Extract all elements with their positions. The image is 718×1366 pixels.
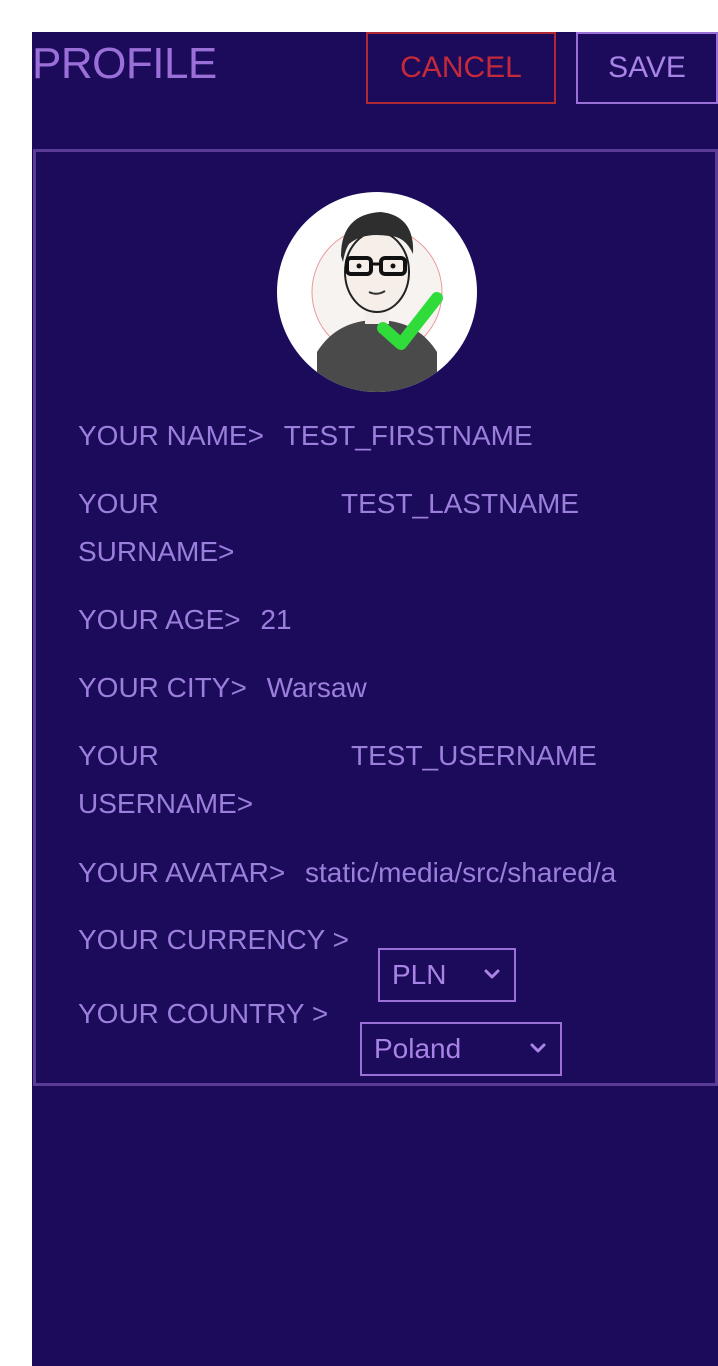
chevron-down-icon xyxy=(484,969,500,979)
username-value[interactable]: TEST_USERNAME xyxy=(351,732,597,780)
username-label: YOUR USERNAME> xyxy=(78,740,254,819)
cancel-button[interactable]: CANCEL xyxy=(366,32,556,104)
name-value[interactable]: TEST_FIRSTNAME xyxy=(284,412,533,460)
city-row: YOUR CITY> Warsaw xyxy=(78,664,367,712)
currency-select-value: PLN xyxy=(392,959,447,990)
avatar-row: YOUR AVATAR> static/media/src/shared/a xyxy=(78,849,676,897)
profile-screen: PROFILE CANCEL SAVE YOUR NAME> TEST_FIRS… xyxy=(32,32,718,1366)
avatar-path-value[interactable]: static/media/src/shared/a xyxy=(305,849,616,897)
city-label: YOUR CITY> xyxy=(78,672,247,703)
name-label: YOUR NAME> xyxy=(78,420,264,451)
country-label: YOUR COUNTRY > xyxy=(78,998,329,1029)
avatar-with-checkmark-icon xyxy=(311,212,443,392)
chevron-down-icon xyxy=(530,1043,546,1053)
name-row: YOUR NAME> TEST_FIRSTNAME xyxy=(78,412,533,460)
age-value[interactable]: 21 xyxy=(260,596,291,644)
surname-label: YOUR SURNAME> xyxy=(78,488,235,567)
avatar xyxy=(277,192,477,392)
currency-label: YOUR CURRENCY > xyxy=(78,924,349,955)
page-title: PROFILE xyxy=(32,39,217,88)
currency-select[interactable]: PLN xyxy=(378,948,516,1002)
save-button[interactable]: SAVE xyxy=(576,32,718,104)
country-select[interactable]: Poland xyxy=(360,1022,562,1076)
age-label: YOUR AGE> xyxy=(78,604,241,635)
age-row: YOUR AGE> 21 xyxy=(78,596,292,644)
profile-card: YOUR NAME> TEST_FIRSTNAME YOUR SURNAME> … xyxy=(33,149,718,1086)
country-select-value: Poland xyxy=(374,1033,462,1064)
avatar-label: YOUR AVATAR> xyxy=(78,857,286,888)
surname-value[interactable]: TEST_LASTNAME xyxy=(341,480,579,528)
city-value[interactable]: Warsaw xyxy=(267,664,367,712)
